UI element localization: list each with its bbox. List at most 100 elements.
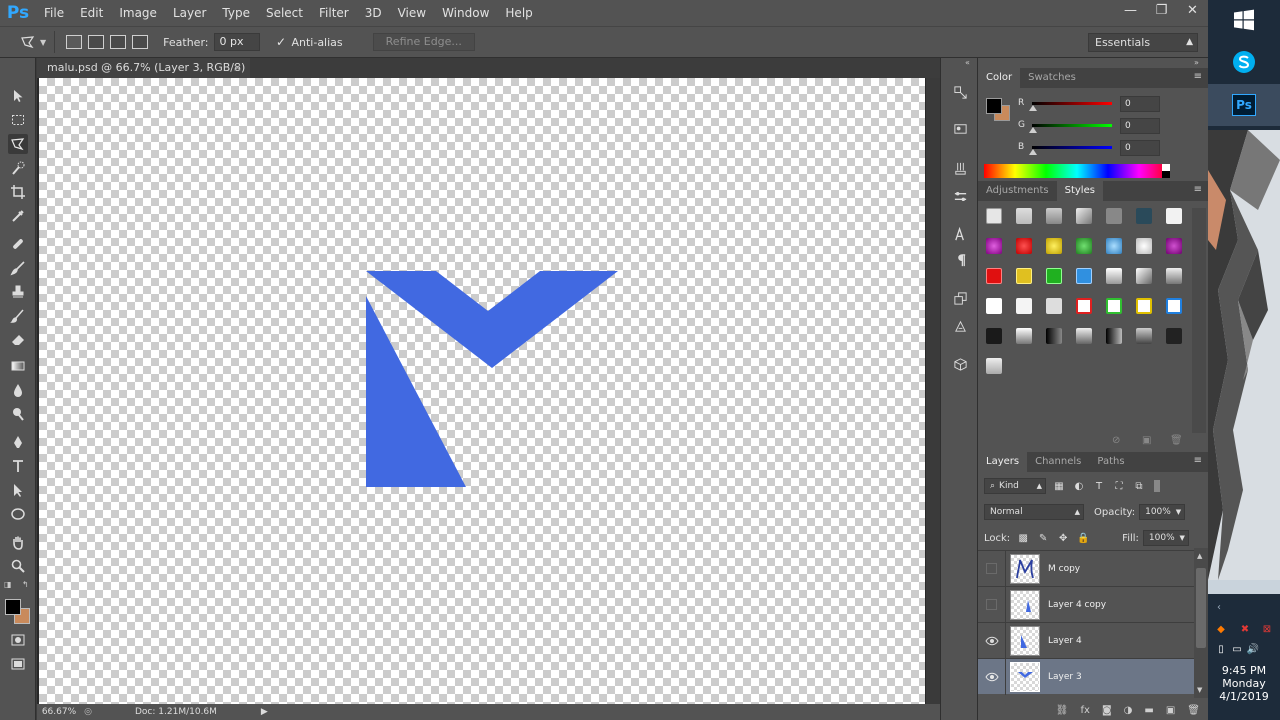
style-swatch[interactable] [1076,238,1092,254]
link-layers-icon[interactable]: ⛓ [1056,705,1069,716]
style-swatch[interactable] [1106,268,1122,284]
tab-paths[interactable]: Paths [1089,452,1132,472]
styles-scrollbar[interactable] [1192,208,1206,433]
red-value-input[interactable]: 0 [1120,96,1160,112]
new-selection-icon[interactable] [66,35,83,49]
collapse-dock-icon[interactable]: « [965,58,970,67]
layer-thumbnail[interactable] [1010,553,1040,584]
start-button[interactable] [1208,0,1280,40]
style-swatch[interactable] [1166,208,1182,224]
menu-filter[interactable]: Filter [311,0,357,26]
gradient-tool-icon[interactable] [8,356,28,376]
style-swatch[interactable] [986,208,1002,224]
canvas[interactable] [39,78,925,704]
menu-image[interactable]: Image [111,0,165,26]
tab-layers[interactable]: Layers [978,452,1028,472]
polygonal-lasso-preset-icon[interactable] [18,32,38,52]
zoom-tool-icon[interactable] [8,556,28,576]
blue-slider-track[interactable] [1032,146,1112,149]
menu-window[interactable]: Window [434,0,497,26]
menu-select[interactable]: Select [258,0,311,26]
new-style-icon[interactable]: ▣ [1142,435,1151,446]
menu-edit[interactable]: Edit [72,0,111,26]
green-slider-track[interactable] [1032,124,1112,127]
feather-input[interactable]: 0 px [214,33,261,51]
red-slider-track[interactable] [1032,102,1112,105]
layer-row[interactable]: Layer 4 [978,622,1194,659]
style-swatch[interactable] [1046,208,1062,224]
layer-thumbnail[interactable] [1010,625,1040,656]
layers-scrollbar[interactable]: ▲ ▼ [1194,548,1208,698]
new-group-icon[interactable]: ▬ [1144,705,1153,716]
layer-thumbnail[interactable] [1010,661,1040,692]
brush-presets-icon[interactable] [950,186,970,206]
swap-colors-icon[interactable]: ↰ [22,580,29,589]
style-swatch[interactable] [1016,268,1032,284]
style-swatch[interactable] [1136,328,1152,344]
add-mask-icon[interactable]: ◙ [1102,705,1112,716]
style-swatch[interactable] [1106,208,1122,224]
dodge-tool-icon[interactable] [8,404,28,424]
tab-styles[interactable]: Styles [1056,181,1103,201]
minimize-button[interactable]: — [1115,0,1146,20]
network-disconnected-icon[interactable]: ✖ [1238,622,1252,636]
style-swatch[interactable] [1016,238,1032,254]
style-swatch[interactable] [1166,298,1182,314]
style-swatch[interactable] [1166,268,1182,284]
style-swatch[interactable] [1046,298,1062,314]
style-swatch[interactable] [1166,238,1182,254]
layer-filter-select[interactable]: ⌕ Kind ▲ [984,478,1046,494]
layer-thumbnail[interactable] [1010,589,1040,620]
lock-all-icon[interactable]: 🔒 [1076,531,1090,545]
style-swatch[interactable] [986,238,1002,254]
style-swatch[interactable] [1076,268,1092,284]
type-tool-icon[interactable] [8,456,28,476]
delete-style-icon[interactable]: 🗑 [1170,435,1183,446]
style-swatch[interactable] [986,298,1002,314]
style-swatch[interactable] [1076,208,1092,224]
add-to-selection-icon[interactable] [88,35,105,49]
filter-smart-object-icon[interactable]: ⧉ [1132,479,1146,493]
style-swatch[interactable] [1016,328,1032,344]
properties-panel-icon[interactable] [950,118,970,138]
3d-panel-icon[interactable] [950,354,970,374]
eraser-tool-icon[interactable] [8,330,28,350]
black-white-ramp[interactable] [1162,164,1170,178]
battery-icon[interactable]: ▯ [1214,642,1228,656]
tab-adjustments[interactable]: Adjustments [978,181,1057,201]
preset-dropdown-arrow-icon[interactable]: ▼ [40,38,46,47]
scroll-left-icon[interactable]: ‹ [1212,600,1226,614]
tab-swatches[interactable]: Swatches [1020,68,1084,88]
default-colors-icon[interactable]: ◨ [4,580,12,589]
photoshop-taskbar-button[interactable]: Ps [1208,84,1280,126]
skype-taskbar-button[interactable] [1208,42,1280,82]
hand-tool-icon[interactable] [8,532,28,552]
fill-input[interactable]: 100% ▼ [1142,530,1189,546]
layer-visibility-toggle[interactable] [978,658,1006,695]
style-swatch[interactable] [1106,328,1122,344]
crop-tool-icon[interactable] [8,182,28,202]
history-panel-icon[interactable] [950,82,970,102]
taskbar-clock[interactable]: 9:45 PM Monday 4/1/2019 [1208,664,1280,703]
filter-pixel-icon[interactable]: ▦ [1052,479,1066,493]
marquee-tool-icon[interactable] [8,110,28,130]
style-swatch[interactable] [986,328,1002,344]
brush-tool-icon[interactable] [8,258,28,278]
layer-row-selected[interactable]: Layer 3 [978,658,1194,695]
layer-visibility-toggle[interactable] [978,622,1006,659]
restore-button[interactable]: ❐ [1146,0,1177,20]
pen-tool-icon[interactable] [8,432,28,452]
style-swatch[interactable] [1016,298,1032,314]
style-swatch[interactable] [1076,328,1092,344]
filter-adjustment-icon[interactable]: ◐ [1072,479,1086,493]
path-selection-tool-icon[interactable] [8,480,28,500]
color-foreground-swatch[interactable] [986,98,1002,114]
new-adjustment-icon[interactable]: ◑ [1124,705,1133,716]
style-swatch[interactable] [1136,268,1152,284]
green-slider-thumb[interactable] [1029,127,1037,133]
canvas-vertical-scrollbar[interactable] [926,78,940,704]
style-swatch[interactable] [986,358,1002,374]
new-layer-icon[interactable]: ▣ [1166,705,1175,716]
volume-icon[interactable]: 🔊 [1246,642,1260,656]
filter-type-icon[interactable]: T [1092,479,1106,493]
